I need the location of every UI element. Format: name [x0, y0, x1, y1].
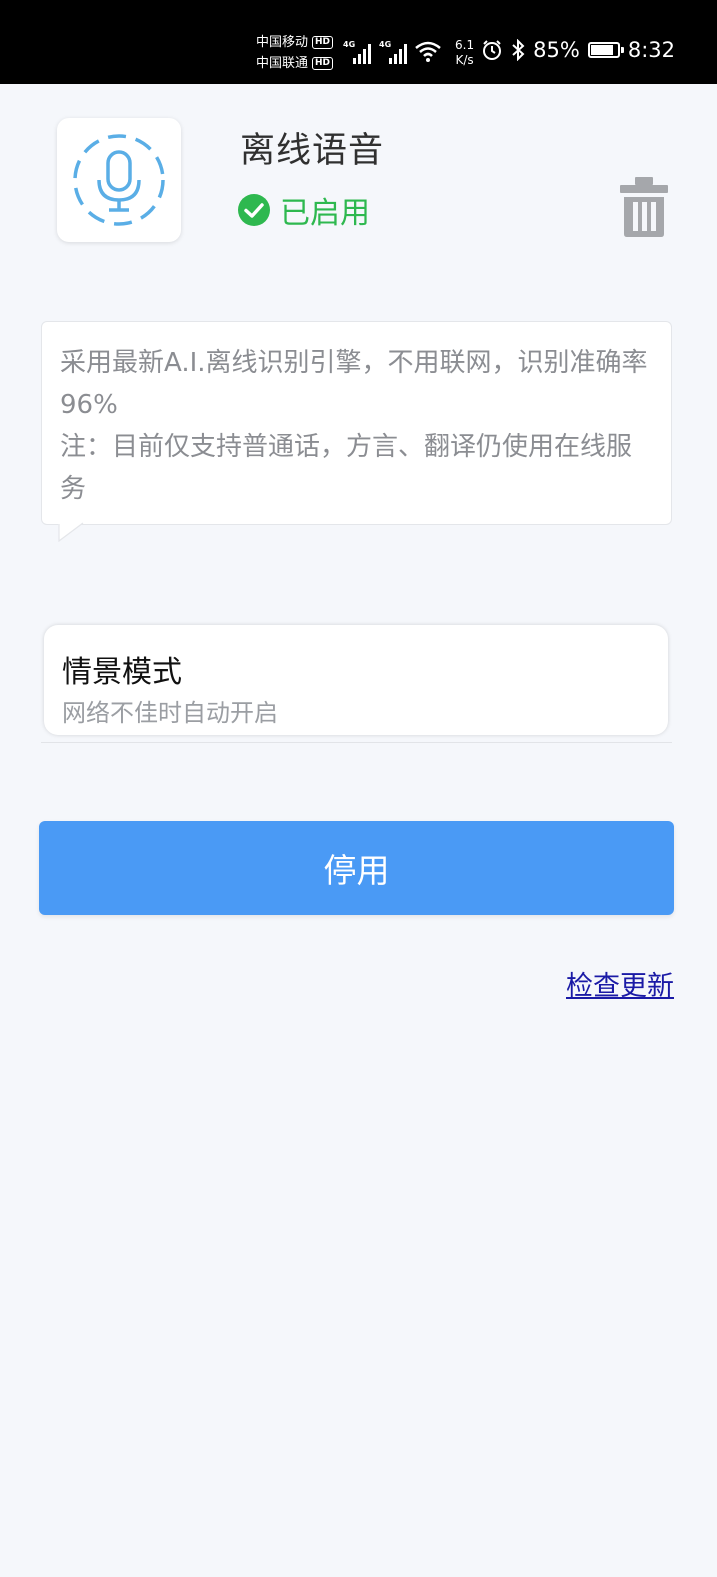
- network-speed-unit: K/s: [455, 53, 474, 67]
- bluetooth-icon: [512, 39, 525, 61]
- signal-strength-icon: 4G: [379, 40, 409, 64]
- description-note: 注：目前仅支持普通话，方言、翻译仍使用在线服务: [60, 432, 633, 504]
- check-update-link[interactable]: 检查更新: [566, 964, 674, 1003]
- wifi-icon: [415, 41, 441, 62]
- hd-badge: HD: [312, 57, 334, 70]
- network-speed-value: 6.1: [455, 38, 475, 52]
- carrier-2-label: 中国联通: [256, 56, 309, 71]
- page-title: 离线语音: [240, 131, 385, 171]
- disable-button[interactable]: 停用: [39, 821, 674, 915]
- signal-strength-icon: 4G: [343, 40, 373, 64]
- description-bubble: 采用最新A.I.离线识别引擎，不用联网，识别准确率96% 注：目前仅支持普通话，…: [41, 321, 672, 525]
- microphone-icon: [73, 134, 165, 226]
- scene-mode-subtitle: 网络不佳时自动开启: [62, 699, 278, 727]
- divider: [41, 742, 672, 743]
- scene-mode-card[interactable]: 情景模式 网络不佳时自动开启: [44, 625, 668, 735]
- signal-indicators: 4G 4G: [343, 40, 441, 64]
- carrier-1-label: 中国移动: [256, 35, 309, 50]
- network-speed: 6.1 K/s: [455, 38, 474, 68]
- network-type-label: 4G: [343, 40, 356, 49]
- trash-icon[interactable]: [618, 176, 670, 238]
- battery-percent: 85%: [533, 38, 580, 62]
- hd-badge: HD: [312, 36, 334, 49]
- status-label: 已启用: [280, 196, 370, 231]
- scene-mode-title: 情景模式: [62, 655, 182, 690]
- network-type-label: 4G: [379, 40, 392, 49]
- alarm-icon: [483, 40, 502, 60]
- description-text: 采用最新A.I.离线识别引擎，不用联网，识别准确率96%: [60, 348, 648, 420]
- status-bar: 中国移动 HD 中国联通 HD 4G 4G 6.1 K/s 85% 8:32: [0, 0, 717, 84]
- carrier-info: 中国移动 HD 中国联通 HD: [256, 32, 334, 74]
- check-circle-icon: [238, 194, 270, 226]
- status-right: 85% 8:32: [481, 38, 675, 62]
- battery-icon: [587, 42, 624, 58]
- clock: 8:32: [627, 38, 675, 62]
- bubble-tail: [58, 522, 84, 542]
- enabled-status: 已启用: [238, 188, 370, 232]
- app-icon: [57, 118, 181, 242]
